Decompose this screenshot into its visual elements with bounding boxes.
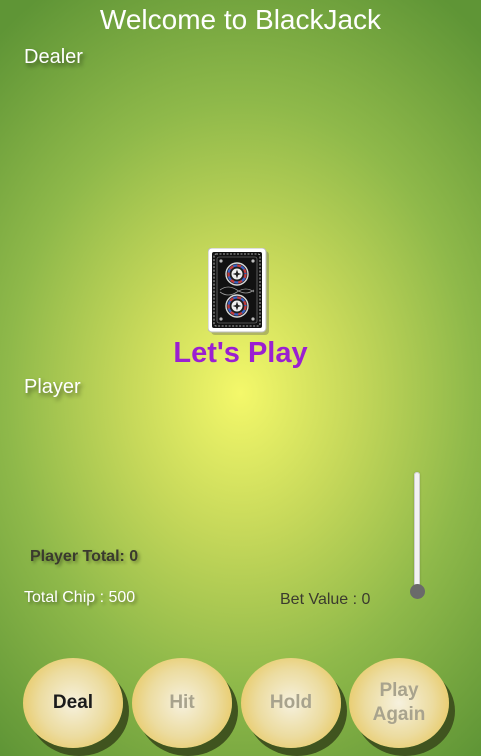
- player-label: Player: [24, 376, 81, 398]
- dealer-label: Dealer: [24, 46, 83, 68]
- bet-value: Bet Value : 0: [280, 591, 371, 608]
- deal-button-label: Deal: [52, 692, 94, 713]
- play-again-button-label: Play Again: [373, 679, 426, 727]
- hit-button[interactable]: Hit: [132, 658, 232, 748]
- status-message: Let's Play: [173, 337, 308, 369]
- hit-button-label: Hit: [169, 692, 195, 713]
- play-again-line-2: Again: [372, 704, 426, 725]
- bet-slider-thumb[interactable]: [410, 584, 425, 599]
- play-again-line-1: Play: [379, 680, 419, 701]
- hold-button-label: Hold: [269, 692, 313, 713]
- play-again-button[interactable]: Play Again: [349, 658, 449, 748]
- deal-button[interactable]: Deal: [23, 658, 123, 748]
- player-total: Player Total: 0: [30, 548, 139, 565]
- total-chip: Total Chip : 500: [24, 589, 136, 606]
- bet-slider-track[interactable]: [414, 472, 420, 592]
- page-title: Welcome to BlackJack: [99, 4, 382, 35]
- hold-button[interactable]: Hold: [241, 658, 341, 748]
- card-back-icon: [207, 247, 270, 336]
